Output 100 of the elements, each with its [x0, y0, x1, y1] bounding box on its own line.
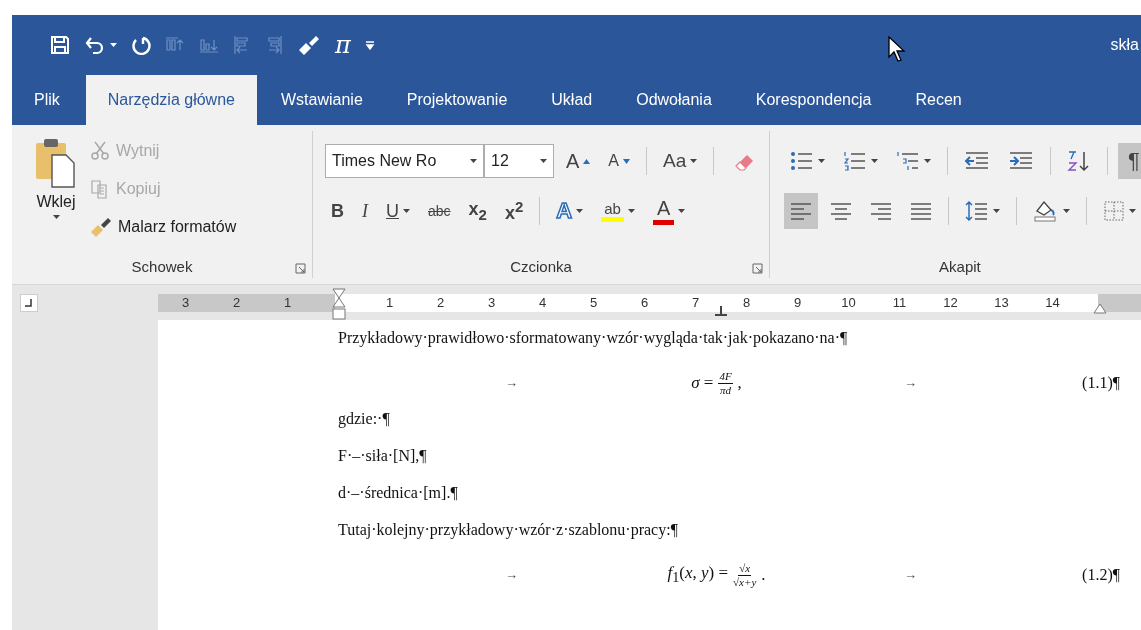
ruler-number: 4	[538, 295, 547, 310]
tab-selector-button[interactable]	[20, 293, 38, 312]
indent-marker-icon[interactable]	[331, 287, 346, 320]
ruler-number: 9	[793, 295, 802, 310]
window-title: skła	[1110, 36, 1139, 54]
paint-bucket-icon	[1033, 200, 1059, 222]
align-right-icon	[870, 202, 892, 220]
caret-icon	[678, 209, 686, 213]
paintbrush-icon	[297, 35, 321, 55]
equation-number: (1.1)¶	[1082, 374, 1120, 392]
increase-indent-icon	[1008, 151, 1034, 171]
clipboard-icon	[34, 137, 78, 189]
subscript-button[interactable]: x$_{2}$	[462, 193, 493, 229]
caret-down-icon	[623, 158, 630, 164]
underline-button[interactable]: U	[380, 193, 416, 229]
ruler-number: 13	[994, 295, 1009, 310]
ruler-number: 3	[487, 295, 496, 310]
tab-arrow: →	[904, 375, 918, 391]
decrease-indent-icon	[964, 151, 990, 171]
superscript-button[interactable]: x$^{2}$	[498, 193, 530, 229]
scissors-icon	[90, 141, 110, 161]
multilevel-list-icon	[896, 151, 920, 171]
paragraph: F·–·siła·[N],¶	[338, 446, 428, 466]
paragraph: gdzie:·¶	[338, 409, 391, 430]
ruler-number: 6	[640, 295, 649, 310]
insert-below-icon	[199, 36, 219, 54]
dialog-launcher-icon[interactable]	[295, 263, 306, 274]
bold-button[interactable]: B	[325, 193, 350, 229]
sort-icon	[1067, 150, 1091, 172]
customize-icon	[364, 40, 375, 50]
change-case-button[interactable]: Aa	[657, 143, 704, 179]
grow-font-button[interactable]: A	[560, 143, 597, 179]
caret-icon	[576, 209, 584, 213]
ruler-number: 5	[589, 295, 598, 310]
line-spacing-icon	[965, 200, 989, 222]
left-tab-icon	[25, 298, 33, 307]
caret-icon	[403, 209, 410, 213]
redo-icon	[131, 35, 151, 55]
ruler-number: 10	[841, 295, 856, 310]
strikethrough-button[interactable]: abc	[422, 193, 457, 229]
dialog-launcher-icon[interactable]	[752, 263, 763, 274]
ribbon-tab[interactable]: Projektowanie	[384, 75, 530, 125]
insert-left-icon	[233, 35, 251, 55]
font-size-dropdown[interactable]: 12	[484, 144, 554, 178]
font-name-dropdown[interactable]: Times New Ro	[325, 144, 484, 178]
ruler-number: 2	[232, 295, 241, 310]
undo-icon	[84, 35, 106, 55]
caret-icon	[110, 43, 117, 47]
ribbon-tab[interactable]: Korespondencja	[733, 75, 894, 125]
equation-number: (1.2)¶	[1082, 566, 1120, 584]
ribbon-tab[interactable]: Plik	[12, 75, 82, 125]
italic-button[interactable]: I	[356, 193, 374, 229]
caret-icon	[924, 159, 931, 163]
insert-right-icon	[265, 35, 283, 55]
caret-icon	[540, 159, 547, 163]
caret-up-icon	[583, 158, 591, 164]
numbered-list-icon	[843, 151, 867, 171]
paragraph: d·–·średnica·[m].¶	[338, 483, 459, 503]
right-indent-marker-icon[interactable]	[1093, 301, 1107, 314]
format-painter-button[interactable]: Malarz formatów	[90, 211, 237, 243]
caret-icon	[1129, 209, 1136, 213]
tab-arrow: →	[505, 375, 519, 391]
align-justify-icon	[910, 202, 932, 220]
caret-icon	[1063, 209, 1070, 213]
tab-arrow: →	[505, 567, 519, 583]
paintbrush-icon	[90, 217, 112, 237]
caret-icon	[470, 159, 477, 163]
highlight-color-button[interactable]: ab	[595, 193, 641, 229]
ruler-number: 1	[385, 295, 394, 310]
paragraph: Przykładowy·prawidłowo·sformatowany·wzór·wygląda·tak·jak·pokazano·na·¶	[338, 328, 849, 349]
ruler-number: 14	[1045, 295, 1060, 310]
caret-icon	[690, 159, 698, 163]
caret-icon	[993, 209, 1000, 213]
ribbon-tab[interactable]: Recen	[893, 75, 984, 125]
show-formatting-marks-button[interactable]: ¶	[1118, 143, 1141, 179]
insert-above-icon	[165, 36, 185, 54]
ruler-number: 2	[436, 295, 445, 310]
caret-icon	[871, 159, 878, 163]
paragraph: Tutaj·kolejny·przykładowy·wzór·z·szablonu·pracy:¶	[338, 520, 679, 541]
ruler-number: 7	[691, 295, 700, 310]
mouse-pointer-icon	[888, 36, 906, 62]
font-color-button[interactable]: A	[646, 193, 692, 229]
ribbon-tab[interactable]: Odwołania	[614, 75, 734, 125]
ruler-number: 3	[181, 295, 190, 310]
tab-arrow: →	[904, 567, 918, 583]
paste-button[interactable]: Wklej	[32, 135, 80, 245]
shrink-font-button[interactable]: A	[602, 143, 636, 179]
ribbon-tab[interactable]: Narzędzia główne	[85, 75, 257, 125]
caret-icon	[52, 215, 60, 219]
group-label: Schowek	[131, 257, 193, 275]
ruler-number: 8	[742, 295, 751, 310]
caret-icon	[627, 209, 635, 213]
ribbon-tab[interactable]: Wstawianie	[258, 75, 385, 125]
group-label: Akapit	[939, 257, 981, 275]
borders-icon	[1103, 200, 1125, 222]
align-left-button[interactable]	[784, 193, 818, 229]
tab-stop-icon[interactable]	[714, 305, 728, 316]
ribbon-tab[interactable]: Układ	[529, 75, 615, 125]
ruler-number: 12	[943, 295, 958, 310]
equation-button[interactable]: π	[335, 30, 351, 60]
